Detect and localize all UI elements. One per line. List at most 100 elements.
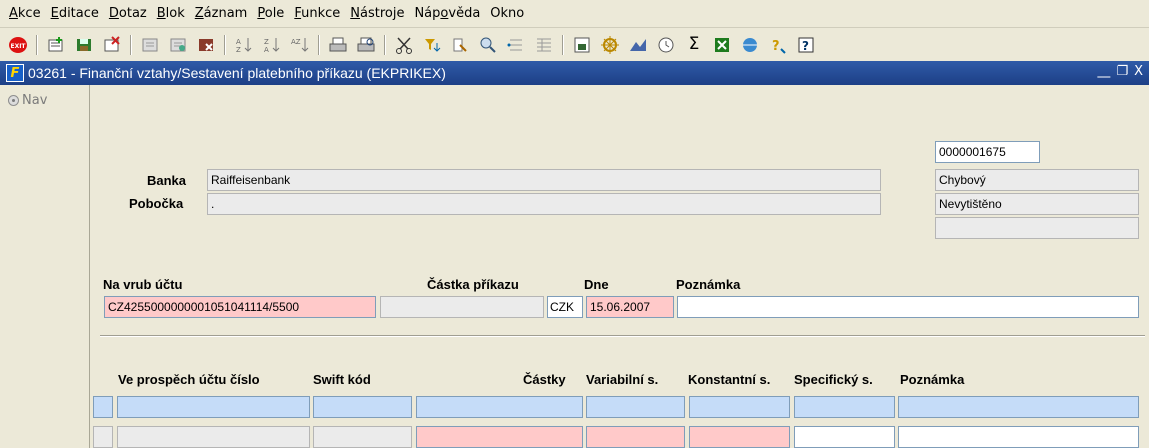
sum-icon[interactable]: Σ	[682, 33, 706, 57]
amount-field[interactable]	[380, 296, 544, 318]
window-title-bar: F 03261 - Finanční vztahy/Sestavení plat…	[0, 61, 1149, 85]
save-icon[interactable]	[72, 33, 96, 57]
grid-icon[interactable]	[532, 33, 556, 57]
amount-cell[interactable]	[416, 426, 583, 448]
form-content: Nav 0000001675 Banka Raiffeisenbank Chyb…	[0, 85, 1149, 448]
document-icon[interactable]	[570, 33, 594, 57]
banka-field[interactable]: Raiffeisenbank	[207, 169, 881, 191]
search-icon[interactable]	[476, 33, 500, 57]
sort-multi-icon[interactable]: AZ	[288, 33, 312, 57]
toolbar-separator	[224, 34, 226, 55]
account-field[interactable]: CZ4255000000001051041114/5500	[104, 296, 376, 318]
svg-text:EXIT: EXIT	[10, 43, 26, 50]
account-cell[interactable]	[117, 396, 310, 418]
toolbar-separator	[562, 34, 564, 55]
settings-icon[interactable]	[598, 33, 622, 57]
banka-label: Banka	[147, 173, 187, 188]
nav-radio[interactable]: Nav	[8, 93, 47, 108]
close-icon[interactable]: X	[1134, 64, 1143, 79]
col-header-amount: Částky	[523, 372, 566, 387]
filter-icon[interactable]	[420, 33, 444, 57]
variable-cell[interactable]	[586, 396, 685, 418]
swift-cell[interactable]	[313, 396, 412, 418]
print-icon[interactable]	[326, 33, 350, 57]
svg-text:?: ?	[802, 39, 809, 53]
nav-pane: Nav	[0, 85, 90, 448]
note-label: Poznámka	[676, 277, 741, 292]
menu-item[interactable]: Okno	[485, 6, 529, 21]
pobocka-label: Pobočka	[129, 196, 184, 211]
window-title: 03261 - Finanční vztahy/Sestavení plateb…	[28, 65, 446, 81]
menu-item[interactable]: Dotaz	[104, 6, 152, 21]
radio-icon	[8, 95, 19, 106]
delete-record-icon[interactable]	[100, 33, 124, 57]
app-logo-icon: F	[6, 64, 24, 82]
chart-icon[interactable]	[626, 33, 650, 57]
query-enter-icon[interactable]	[138, 33, 162, 57]
menu-item[interactable]: Editace	[46, 6, 104, 21]
pobocka-field[interactable]: .	[207, 193, 881, 215]
svg-text:AZ: AZ	[291, 38, 301, 46]
help-context-icon[interactable]: ?	[766, 33, 790, 57]
constant-cell[interactable]	[689, 396, 790, 418]
date-field[interactable]: 15.06.2007	[586, 296, 674, 318]
col-header-account: Ve prospěch účtu číslo	[118, 372, 260, 387]
menu-item[interactable]: Pole	[252, 6, 289, 21]
specific-cell[interactable]	[794, 426, 895, 448]
row-selector[interactable]	[93, 396, 113, 418]
constant-cell[interactable]	[689, 426, 790, 448]
query-execute-icon[interactable]	[166, 33, 190, 57]
browser-icon[interactable]	[738, 33, 762, 57]
nav-label: Nav	[22, 93, 48, 108]
svg-text:?: ?	[772, 39, 780, 54]
amount-cell[interactable]	[416, 396, 583, 418]
swift-cell[interactable]	[313, 426, 412, 448]
toolbar-separator	[318, 34, 320, 55]
extra-status-field[interactable]	[935, 217, 1139, 239]
payment-note-field[interactable]	[677, 296, 1139, 318]
menu-item[interactable]: Nástroje	[345, 6, 409, 21]
excel-icon[interactable]	[710, 33, 734, 57]
menu-bar: Akce Editace Dotaz Blok Záznam Pole Funkce Nást…	[0, 0, 1149, 28]
section-divider	[100, 335, 1145, 337]
col-header-specific: Specifický s.	[794, 372, 873, 387]
minimize-icon[interactable]: ⎽	[1097, 64, 1110, 79]
toolbar: EXIT AZ ZA AZ Σ ? ?	[0, 28, 1149, 61]
menu-item[interactable]: Funkce	[289, 6, 345, 21]
menu-item[interactable]: Akce	[4, 6, 46, 21]
find-icon[interactable]	[448, 33, 472, 57]
col-header-constant: Konstantní s.	[688, 372, 771, 387]
toolbar-separator	[36, 34, 38, 55]
print-preview-icon[interactable]	[354, 33, 378, 57]
status-field[interactable]: Chybový	[935, 169, 1139, 191]
menu-item[interactable]: Nápověda	[409, 6, 485, 21]
svg-text:A: A	[264, 46, 269, 54]
date-label: Dne	[584, 277, 609, 292]
account-cell[interactable]	[117, 426, 310, 448]
menu-item[interactable]: Záznam	[190, 6, 253, 21]
menu-item[interactable]: Blok	[152, 6, 190, 21]
query-cancel-icon[interactable]	[194, 33, 218, 57]
col-header-variable: Variabilní s.	[586, 372, 659, 387]
toolbar-separator	[130, 34, 132, 55]
restore-icon[interactable]: ❐	[1116, 64, 1128, 79]
clock-icon[interactable]	[654, 33, 678, 57]
record-id-field[interactable]: 0000001675	[935, 141, 1040, 163]
specific-cell[interactable]	[794, 396, 895, 418]
svg-text:A: A	[236, 38, 241, 46]
help-icon[interactable]: ?	[794, 33, 818, 57]
list-icon[interactable]	[504, 33, 528, 57]
sort-desc-icon[interactable]: ZA	[260, 33, 284, 57]
note-cell[interactable]	[898, 426, 1139, 448]
print-status-field[interactable]: Nevytištěno	[935, 193, 1139, 215]
variable-cell[interactable]	[586, 426, 685, 448]
insert-record-icon[interactable]	[44, 33, 68, 57]
cut-icon[interactable]	[392, 33, 416, 57]
exit-icon[interactable]: EXIT	[6, 33, 30, 57]
amount-label: Částka příkazu	[427, 277, 519, 292]
col-header-swift: Swift kód	[313, 372, 371, 387]
row-selector[interactable]	[93, 426, 113, 448]
sort-asc-icon[interactable]: AZ	[232, 33, 256, 57]
note-cell[interactable]	[898, 396, 1139, 418]
currency-field[interactable]: CZK	[547, 296, 583, 318]
